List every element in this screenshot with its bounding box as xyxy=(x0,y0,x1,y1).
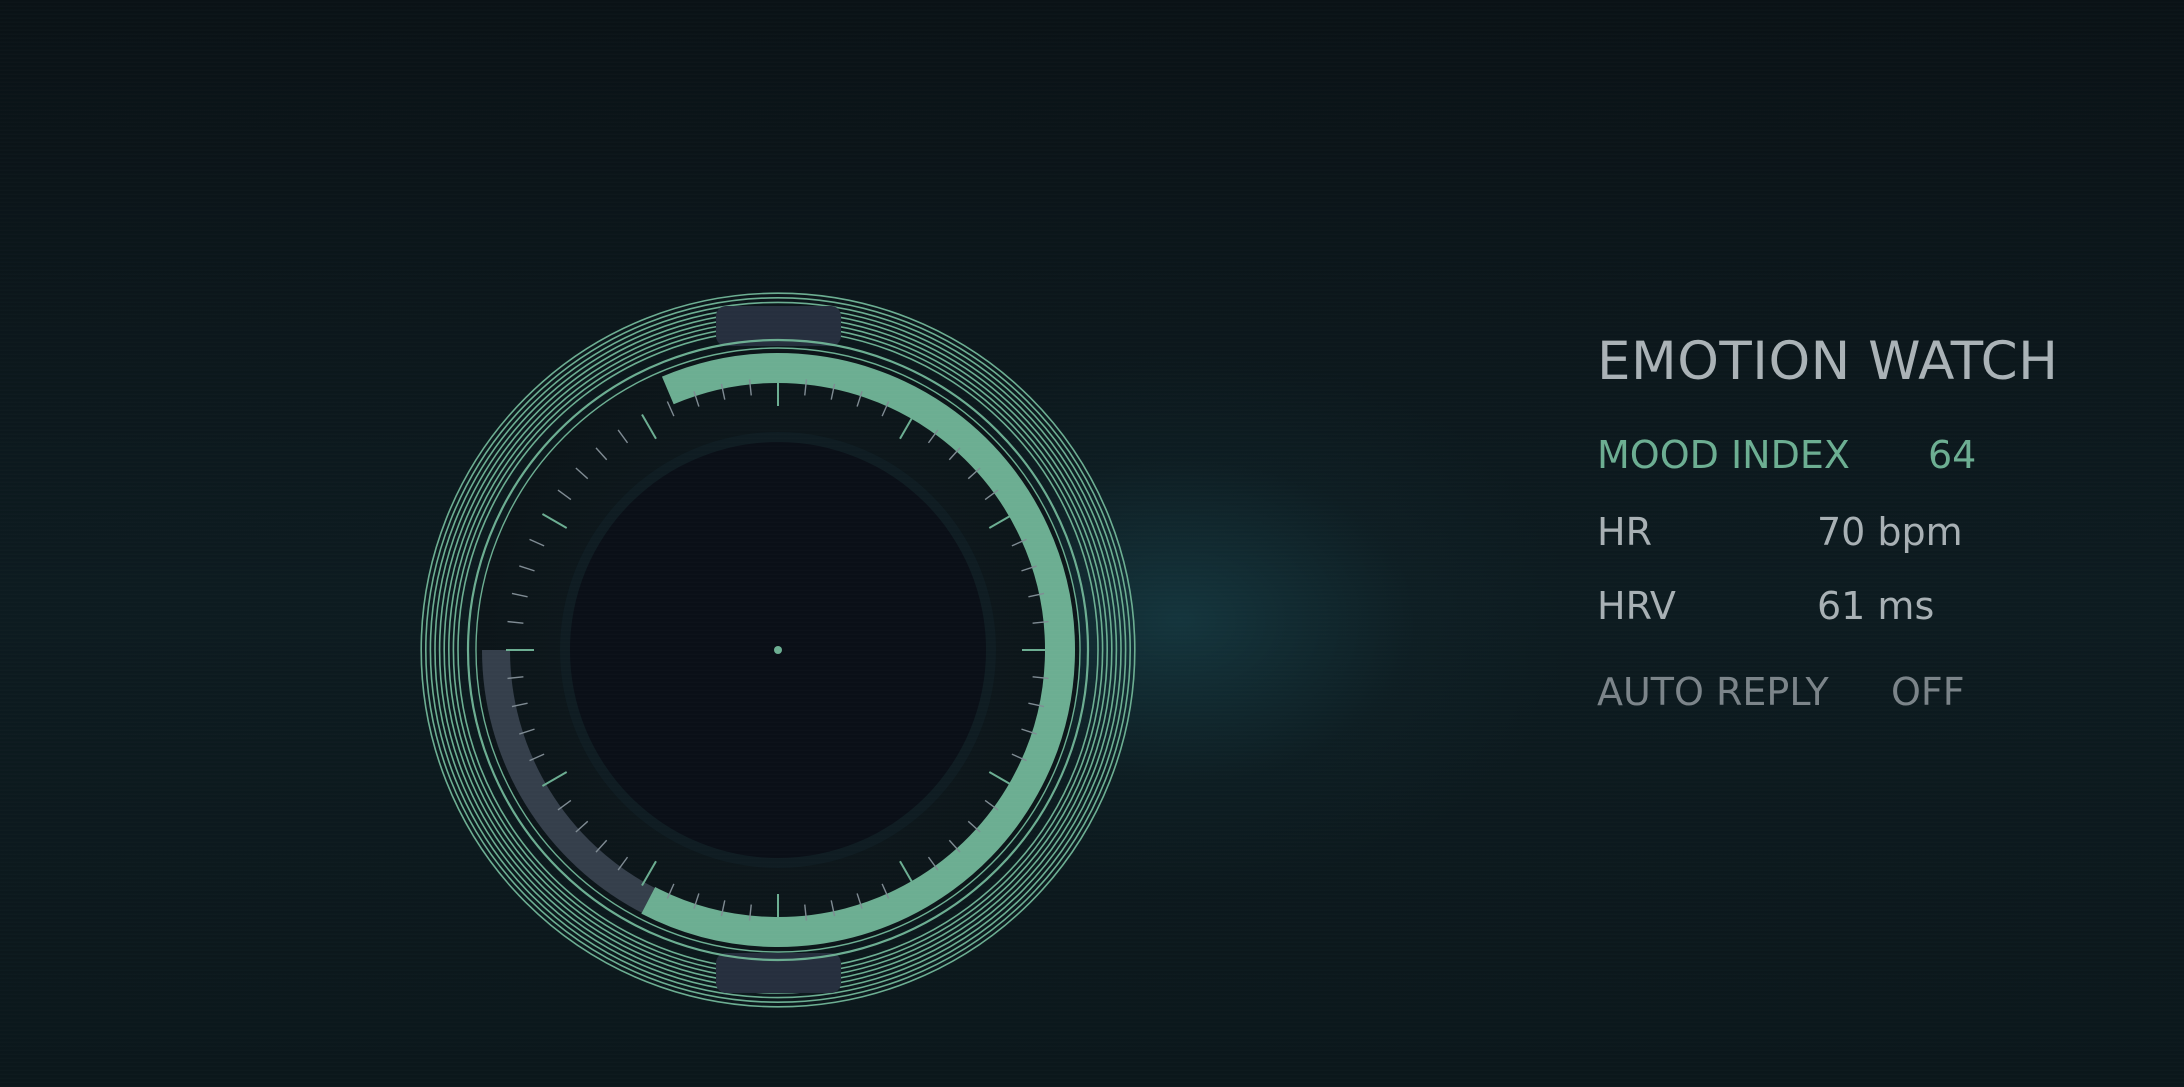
hrv-row: HRV 61 ms xyxy=(1597,586,2157,626)
heart-rate-row: HR 70 bpm xyxy=(1597,512,2157,552)
hrv-value: 61 ms xyxy=(1817,584,1935,628)
auto-reply-toggle[interactable]: AUTO REPLY OFF xyxy=(1597,672,2157,712)
heart-rate-value: 70 bpm xyxy=(1817,510,1963,554)
mood-index-value: 64 xyxy=(1928,433,1977,477)
auto-reply-label: AUTO REPLY xyxy=(1597,670,1829,714)
auto-reply-value[interactable]: OFF xyxy=(1891,672,1965,712)
heart-rate-label: HR xyxy=(1597,510,1652,554)
hrv-label: HRV xyxy=(1597,584,1676,628)
mood-index-row: MOOD INDEX 64 xyxy=(1597,435,2157,475)
info-panel: EMOTION WATCH MOOD INDEX 64 HR 70 bpm HR… xyxy=(1597,318,2157,712)
mood-index-label: MOOD INDEX xyxy=(1597,433,1850,477)
center-dot xyxy=(774,646,782,654)
screen: EMOTION WATCH MOOD INDEX 64 HR 70 bpm HR… xyxy=(0,0,2184,1087)
app-title: EMOTION WATCH xyxy=(1597,331,2059,392)
